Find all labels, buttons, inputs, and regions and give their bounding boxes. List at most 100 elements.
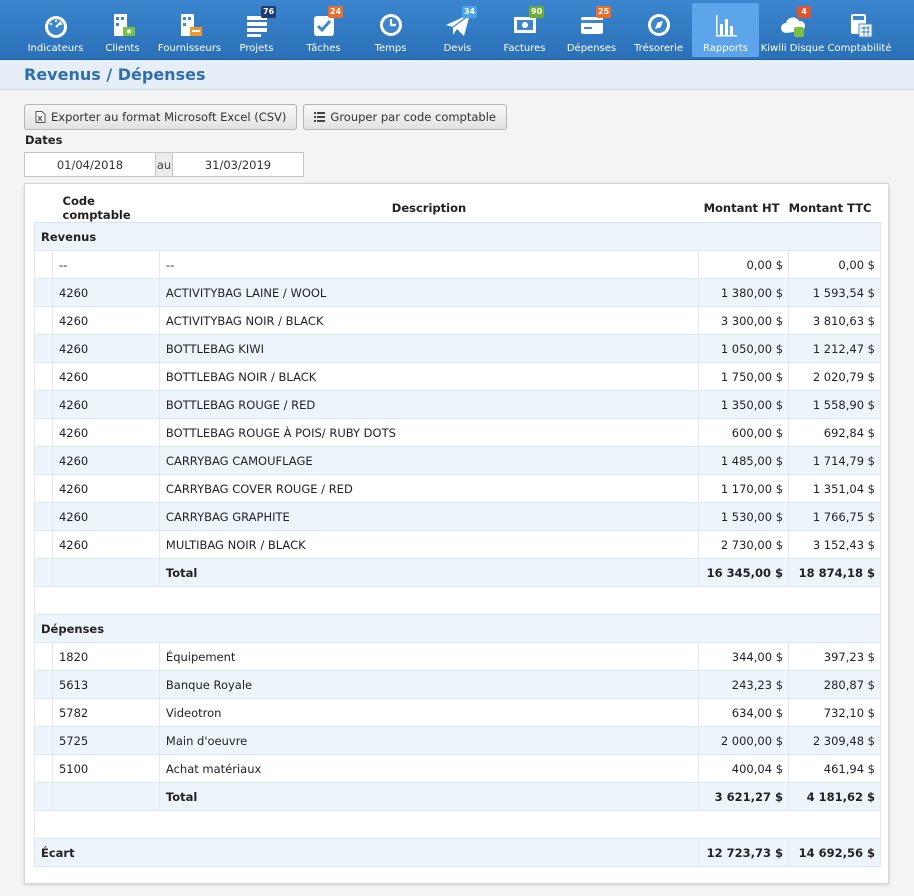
date-range: au xyxy=(24,152,304,177)
row-spacer xyxy=(34,418,53,447)
nav-item-tasks[interactable]: Tâches 24 xyxy=(290,3,357,57)
cell-montant-ttc: 280,87 $ xyxy=(788,670,881,699)
cell-code: 4260 xyxy=(51,418,160,447)
nav-item-label: Projets xyxy=(239,43,274,54)
table-row: 1820 Équipement 344,00 $397,23 $ xyxy=(34,642,881,671)
row-spacer xyxy=(51,558,160,587)
table-header-row: Code comptable Description Montant HT Mo… xyxy=(34,194,881,223)
cell-code: 4260 xyxy=(51,530,160,559)
cell-montant-ttc: 1 593,54 $ xyxy=(788,278,881,307)
cell-montant-ttc: 3 152,43 $ xyxy=(788,530,881,559)
cell-montant-ht: 243,23 $ xyxy=(698,670,790,699)
total-montant-ht: 16 345,00 $ xyxy=(698,558,790,587)
cell-description: CARRYBAG COVER ROUGE / RED xyxy=(158,474,700,503)
nav-item-calculator[interactable]: Comptabilité xyxy=(826,3,893,57)
nav-badge: 24 xyxy=(328,6,344,18)
cell-description: Banque Royale xyxy=(158,670,700,699)
cell-montant-ttc: 1 212,47 $ xyxy=(788,334,881,363)
table-row: 5100 Achat matériaux 400,04 $461,94 $ xyxy=(34,754,881,783)
cell-montant-ttc: 732,10 $ xyxy=(788,698,881,727)
group-by-code-button[interactable]: Grouper par code comptable xyxy=(303,104,507,130)
row-spacer xyxy=(34,334,53,363)
cell-montant-ht: 2 000,00 $ xyxy=(698,726,790,755)
nav-item-gauge[interactable]: Indicateurs xyxy=(22,3,89,57)
cell-code: 5725 xyxy=(51,726,160,755)
calculator-icon xyxy=(845,10,875,40)
ecart-label: Écart xyxy=(33,838,700,867)
table-row: 5782 Videotron 634,00 $732,10 $ xyxy=(34,698,881,727)
nav-item-label: Fournisseurs xyxy=(157,43,222,54)
row-spacer xyxy=(34,726,53,755)
nav-item-invoice[interactable]: Factures 90 xyxy=(491,3,558,57)
total-label: Total xyxy=(158,558,700,587)
blank-cell xyxy=(34,586,881,615)
cell-code: 4260 xyxy=(51,334,160,363)
row-spacer xyxy=(34,390,53,419)
cell-description: Achat matériaux xyxy=(158,754,700,783)
row-spacer xyxy=(34,278,53,307)
dates-label: Dates xyxy=(25,133,63,147)
nav-item-label: Devis xyxy=(443,43,472,54)
total-row-revenus: Total 16 345,00 $18 874,18 $ xyxy=(34,558,881,587)
table-row: 4260 ACTIVITYBAG NOIR / BLACK 3 300,00 $3 … xyxy=(34,306,881,335)
nav-item-compass[interactable]: Trésorerie xyxy=(625,3,692,57)
section-header-revenus: Revenus xyxy=(34,222,881,251)
nav-item-label: Clients xyxy=(105,43,140,54)
blank-row xyxy=(34,586,881,615)
cell-code: 4260 xyxy=(51,362,160,391)
nav-item-paper-plane[interactable]: Devis 34 xyxy=(424,3,491,57)
nav-item-label: Indicateurs xyxy=(27,43,84,54)
header-montant-ht: Montant HT xyxy=(698,194,789,223)
row-spacer xyxy=(34,362,53,391)
table-row: 4260 BOTTLEBAG KIWI 1 050,00 $1 212,47 $ xyxy=(34,334,881,363)
nav-item-cloud[interactable]: Kiwili Disque 4 xyxy=(759,3,826,57)
cell-montant-ht: 634,00 $ xyxy=(698,698,790,727)
cell-description: Équipement xyxy=(158,642,700,671)
cell-code: 5100 xyxy=(51,754,160,783)
cell-montant-ht: 1 170,00 $ xyxy=(698,474,790,503)
cell-code: 5613 xyxy=(51,670,160,699)
ecart-row: Écart 12 723,73 $14 692,56 $ xyxy=(33,838,881,867)
page-title: Revenus / Dépenses xyxy=(24,65,206,84)
date-to-input[interactable] xyxy=(173,153,303,176)
total-montant-ttc: 18 874,18 $ xyxy=(788,558,881,587)
row-spacer xyxy=(34,754,53,783)
page-header: Revenus / Dépenses xyxy=(0,60,914,90)
cell-code: 4260 xyxy=(51,446,160,475)
cell-description: Main d'oeuvre xyxy=(158,726,700,755)
nav-item-clock[interactable]: Temps xyxy=(357,3,424,57)
export-csv-button[interactable]: Exporter au format Microsoft Excel (CSV) xyxy=(24,104,298,130)
nav-item-credit-card[interactable]: Dépenses 25 xyxy=(558,3,625,57)
date-from-input[interactable] xyxy=(25,153,155,176)
blank-row xyxy=(34,810,881,839)
cell-description: -- xyxy=(158,250,700,279)
cell-montant-ht: 1 380,00 $ xyxy=(698,278,790,307)
header-montant-ttc: Montant TTC xyxy=(788,194,881,223)
row-spacer xyxy=(34,306,53,335)
report-panel: Code comptable Description Montant HT Mo… xyxy=(24,183,889,884)
cell-code: 4260 xyxy=(51,390,160,419)
file-excel-icon xyxy=(35,111,46,123)
cell-montant-ht: 0,00 $ xyxy=(698,250,790,279)
nav-item-clients[interactable]: Clients xyxy=(89,3,156,57)
toolbar: Exporter au format Microsoft Excel (CSV)… xyxy=(24,104,507,130)
cell-code: 4260 xyxy=(51,278,160,307)
cell-code: -- xyxy=(51,250,160,279)
clock-icon xyxy=(376,10,406,40)
row-spacer xyxy=(51,782,160,811)
cell-montant-ttc: 1 766,75 $ xyxy=(788,502,881,531)
nav-item-label: Dépenses xyxy=(566,43,617,54)
nav-badge: 34 xyxy=(462,6,478,18)
nav-item-label: Comptabilité xyxy=(827,43,892,54)
nav-item-bar-chart[interactable]: Rapports xyxy=(692,3,759,57)
cell-description: Videotron xyxy=(158,698,700,727)
nav-item-suppliers[interactable]: Fournisseurs xyxy=(156,3,223,57)
ecart-montant-ttc: 14 692,56 $ xyxy=(788,838,881,867)
row-spacer xyxy=(34,698,53,727)
gauge-icon xyxy=(41,10,71,40)
cell-code: 1820 xyxy=(51,642,160,671)
table-row: 4260 BOTTLEBAG ROUGE À POIS/ RUBY DOTS 600… xyxy=(34,418,881,447)
row-spacer xyxy=(34,670,53,699)
cell-description: CARRYBAG CAMOUFLAGE xyxy=(158,446,700,475)
nav-item-projects[interactable]: Projets 76 xyxy=(223,3,290,57)
